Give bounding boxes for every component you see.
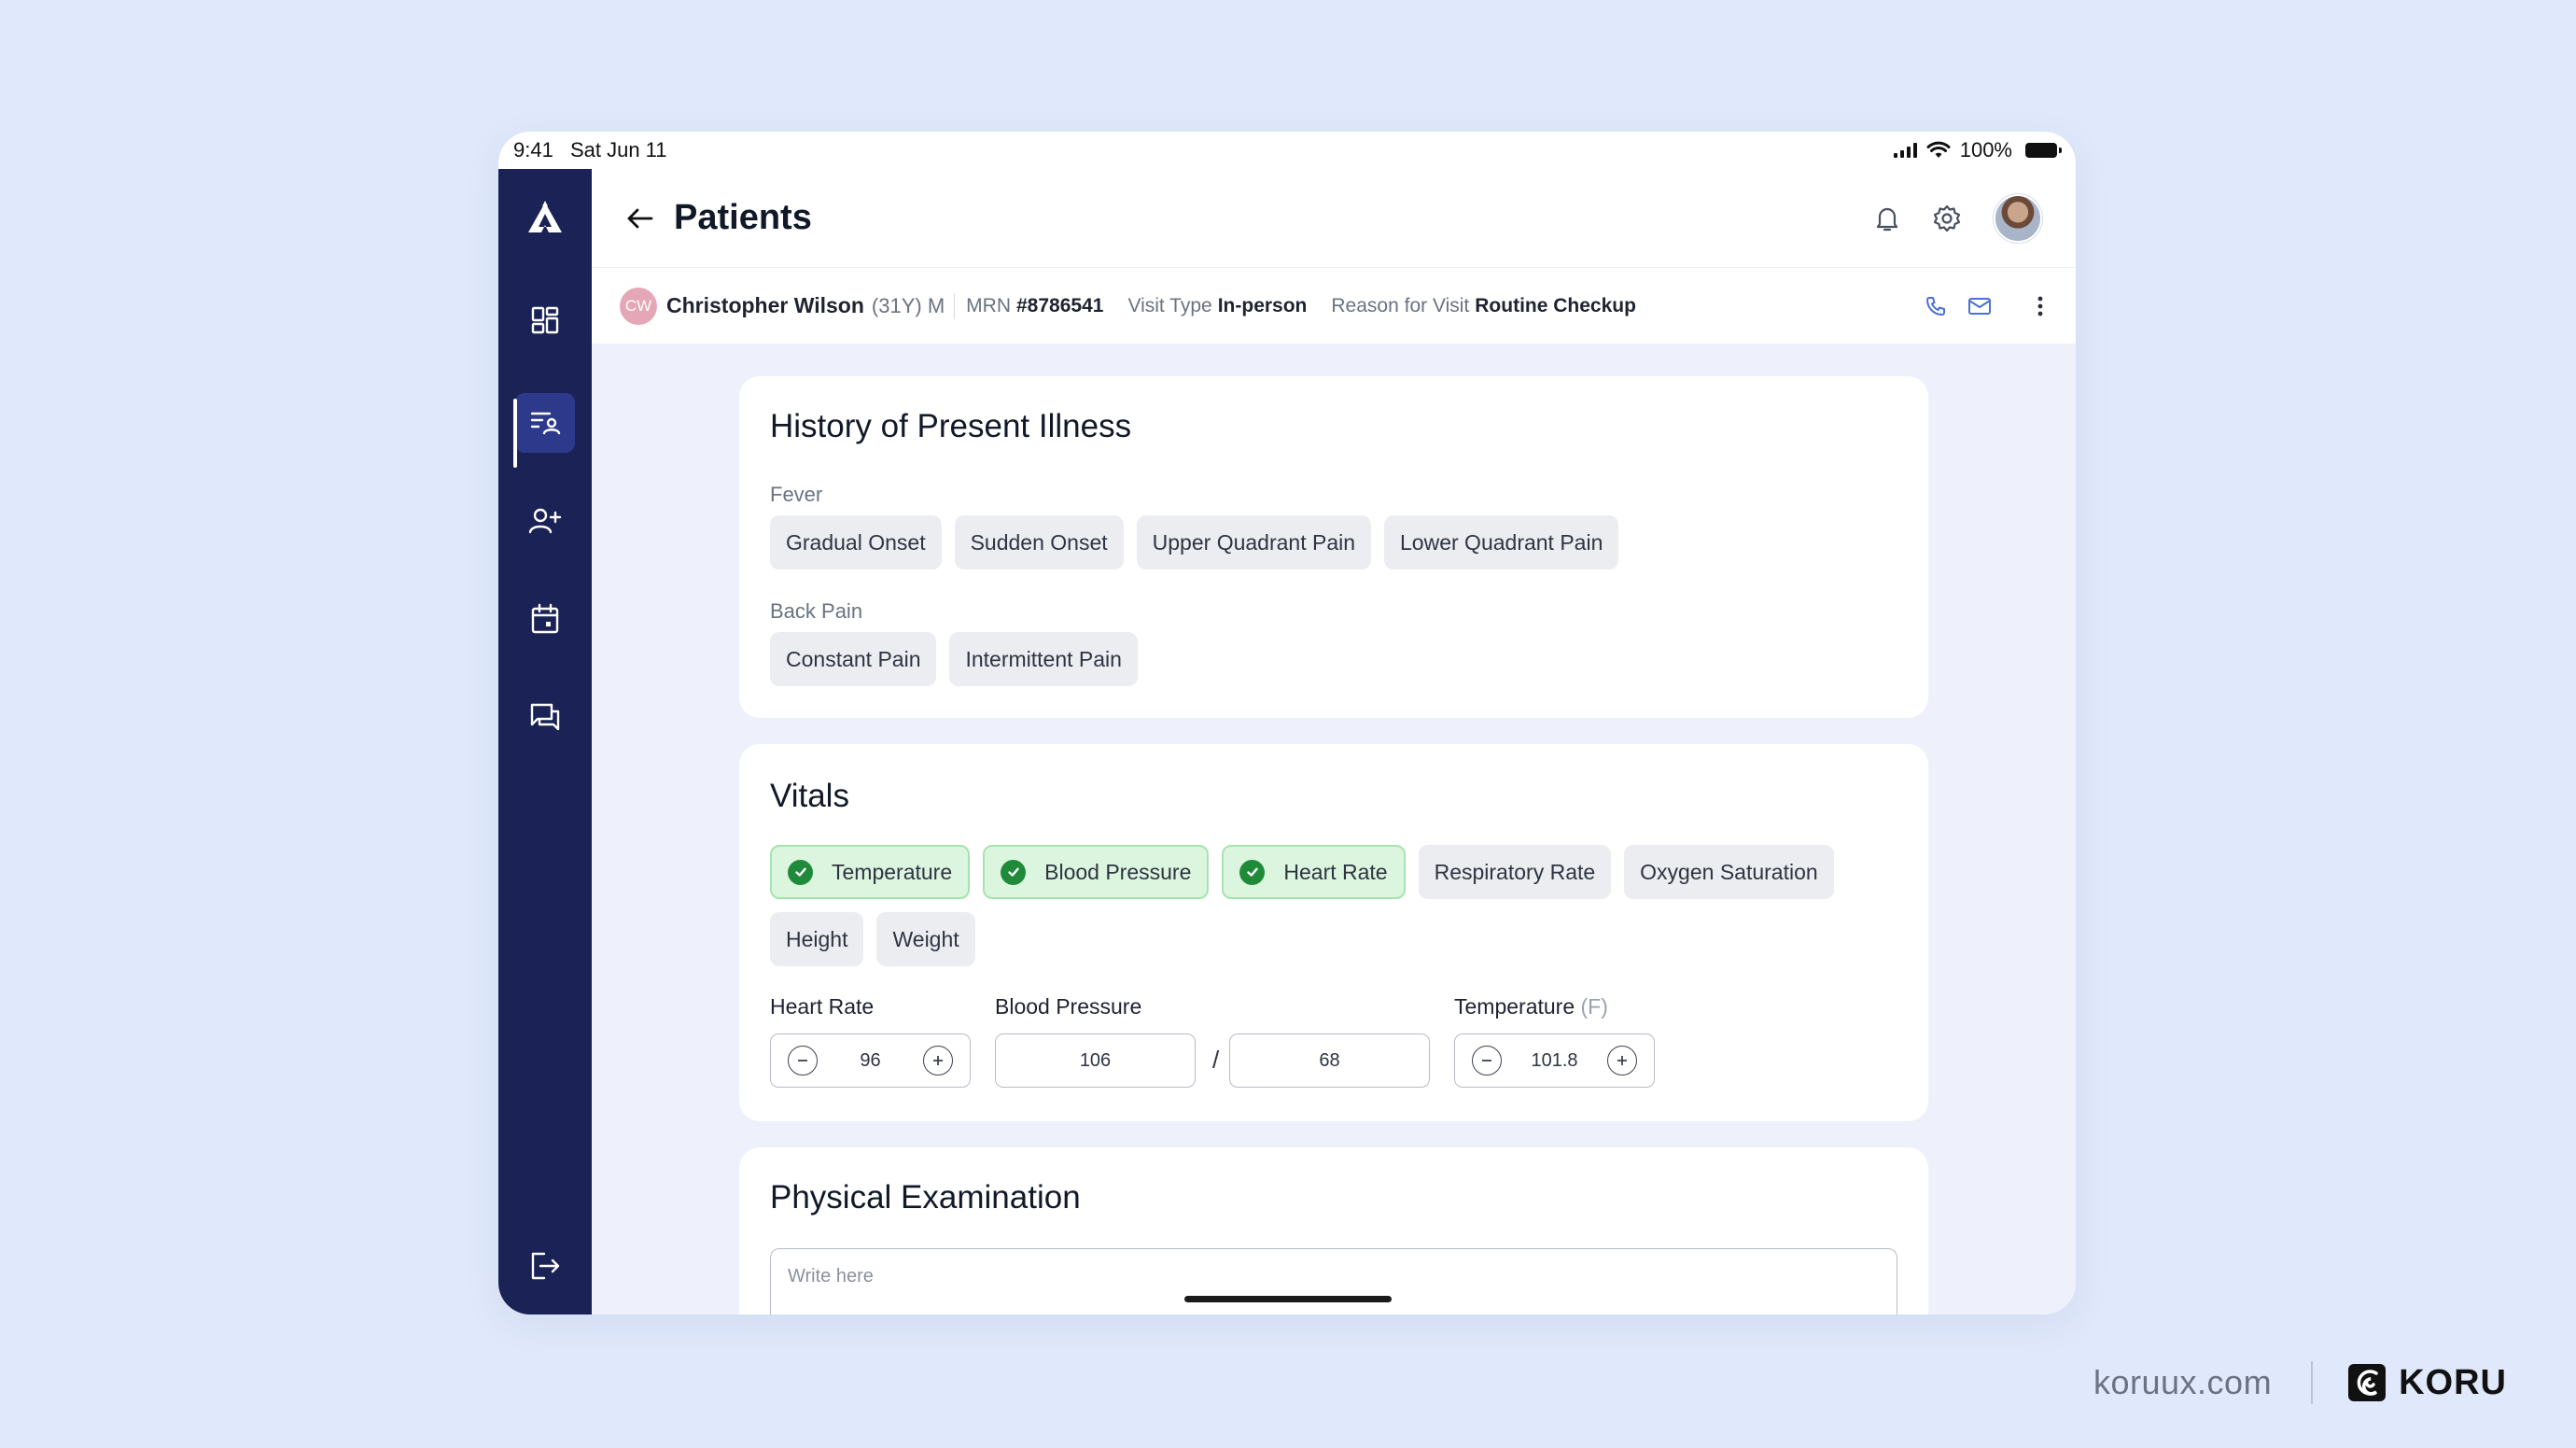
patients-list-icon[interactable] bbox=[513, 393, 575, 468]
more-vertical-icon[interactable] bbox=[2033, 294, 2048, 318]
plus-circle-icon[interactable] bbox=[923, 1046, 953, 1075]
mrn-value: #8786541 bbox=[1016, 294, 1104, 316]
cellular-signal-icon bbox=[1893, 143, 1917, 158]
heart-rate-label: Heart Rate bbox=[770, 994, 875, 1019]
divider bbox=[2311, 1361, 2314, 1404]
bp-separator: / bbox=[1212, 1046, 1220, 1074]
chip-weight[interactable]: Weight bbox=[876, 912, 975, 966]
vitals-card: Vitals Temperature Blood Pressure Heart … bbox=[739, 744, 1928, 1121]
divider bbox=[954, 292, 956, 319]
chip-heart-rate[interactable]: Heart Rate bbox=[1222, 845, 1406, 899]
bell-icon[interactable] bbox=[1874, 204, 1900, 232]
plus-circle-icon[interactable] bbox=[1607, 1046, 1637, 1075]
check-circle-icon bbox=[1239, 859, 1266, 885]
branding: koruux.com KORU bbox=[2093, 1361, 2507, 1404]
minus-circle-icon[interactable] bbox=[788, 1046, 818, 1075]
back-arrow-icon[interactable] bbox=[625, 205, 655, 232]
back-pain-label: Back Pain bbox=[770, 599, 863, 623]
chip-constant-pain[interactable]: Constant Pain bbox=[770, 632, 937, 686]
heart-rate-value[interactable]: 96 bbox=[860, 1050, 880, 1072]
add-patient-icon[interactable] bbox=[515, 491, 575, 551]
tablet-frame: 9:41 Sat Jun 11 100% Patients CW Christo… bbox=[498, 132, 2076, 1314]
hpi-title: History of Present Illness bbox=[770, 408, 1132, 444]
app-logo-icon[interactable] bbox=[515, 188, 575, 247]
phone-icon[interactable] bbox=[1925, 295, 1947, 317]
chip-blood-pressure[interactable]: Blood Pressure bbox=[983, 845, 1210, 899]
chip-height[interactable]: Height bbox=[770, 912, 864, 966]
textarea-placeholder: Write here bbox=[788, 1266, 874, 1286]
sidebar bbox=[498, 169, 592, 1314]
reason-value: Routine Checkup bbox=[1475, 294, 1636, 316]
systolic-input[interactable]: 106 bbox=[995, 1033, 1196, 1088]
top-header: Patients bbox=[592, 169, 2076, 267]
patient-age-sex: (31Y) M bbox=[871, 293, 945, 317]
chip-oxygen-saturation[interactable]: Oxygen Saturation bbox=[1624, 845, 1834, 899]
status-time: 9:41 bbox=[513, 138, 553, 162]
check-circle-icon bbox=[1001, 859, 1027, 885]
chip-lower-quadrant-pain[interactable]: Lower Quadrant Pain bbox=[1384, 515, 1619, 569]
temperature-stepper[interactable]: 101.8 bbox=[1454, 1033, 1655, 1088]
physical-exam-card: Physical Examination Write here bbox=[739, 1147, 1928, 1314]
brand-name: KORU bbox=[2399, 1362, 2507, 1402]
chip-upper-quadrant-pain[interactable]: Upper Quadrant Pain bbox=[1136, 515, 1372, 569]
diastolic-value[interactable]: 68 bbox=[1319, 1050, 1339, 1072]
home-indicator bbox=[1184, 1296, 1392, 1302]
hpi-card: History of Present Illness Fever Gradual… bbox=[739, 376, 1928, 718]
fever-label: Fever bbox=[770, 483, 823, 506]
patient-name: Christopher Wilson bbox=[666, 293, 864, 317]
check-circle-icon bbox=[788, 859, 813, 885]
temperature-value[interactable]: 101.8 bbox=[1531, 1050, 1577, 1072]
patient-avatar: CW bbox=[620, 287, 657, 325]
chip-sudden-onset[interactable]: Sudden Onset bbox=[954, 515, 1124, 569]
physical-exam-title: Physical Examination bbox=[770, 1179, 1081, 1216]
reason-label: Reason for Visit bbox=[1331, 294, 1470, 316]
calendar-icon[interactable] bbox=[515, 589, 575, 649]
chip-intermittent-pain[interactable]: Intermittent Pain bbox=[949, 632, 1138, 686]
chip-label: Heart Rate bbox=[1283, 859, 1388, 884]
diastolic-input[interactable]: 68 bbox=[1229, 1033, 1430, 1088]
vitals-title: Vitals bbox=[770, 778, 849, 814]
temperature-unit: (F) bbox=[1580, 994, 1608, 1019]
systolic-value[interactable]: 106 bbox=[1080, 1050, 1111, 1072]
visit-type-value: In-person bbox=[1217, 294, 1308, 316]
patient-info-bar: CW Christopher Wilson (31Y) M MRN #87865… bbox=[592, 267, 2076, 344]
blood-pressure-label: Blood Pressure bbox=[995, 994, 1142, 1019]
dashboard-icon[interactable] bbox=[515, 290, 575, 350]
battery-icon bbox=[2025, 143, 2062, 158]
chip-gradual-onset[interactable]: Gradual Onset bbox=[770, 515, 942, 569]
minus-circle-icon[interactable] bbox=[1472, 1046, 1502, 1075]
battery-percent: 100% bbox=[1959, 138, 2012, 162]
chip-temperature[interactable]: Temperature bbox=[770, 845, 971, 899]
heart-rate-stepper[interactable]: 96 bbox=[770, 1033, 971, 1088]
chip-label: Blood Pressure bbox=[1044, 859, 1192, 884]
temperature-label-text: Temperature bbox=[1454, 994, 1575, 1019]
status-date: Sat Jun 11 bbox=[569, 138, 667, 162]
wifi-icon bbox=[1926, 141, 1951, 158]
logout-icon[interactable] bbox=[515, 1236, 575, 1296]
physical-exam-textarea[interactable]: Write here bbox=[770, 1248, 1897, 1314]
mail-icon[interactable] bbox=[1967, 296, 1992, 316]
brand-url: koruux.com bbox=[2093, 1363, 2273, 1401]
page-title: Patients bbox=[674, 198, 812, 237]
koru-logo-icon bbox=[2348, 1364, 2387, 1401]
messages-icon[interactable] bbox=[515, 687, 575, 747]
mrn-label: MRN bbox=[966, 294, 1011, 316]
chip-label: Temperature bbox=[832, 859, 953, 884]
user-avatar[interactable] bbox=[1994, 193, 2042, 243]
chip-respiratory-rate[interactable]: Respiratory Rate bbox=[1418, 845, 1612, 899]
status-bar: 9:41 Sat Jun 11 100% bbox=[498, 132, 2076, 169]
visit-type-label: Visit Type bbox=[1127, 294, 1212, 316]
temperature-label: Temperature (F) bbox=[1454, 994, 1608, 1019]
main-content: Patients CW Christopher Wilson (31Y) M M… bbox=[592, 169, 2076, 1314]
gear-icon[interactable] bbox=[1932, 204, 1962, 233]
